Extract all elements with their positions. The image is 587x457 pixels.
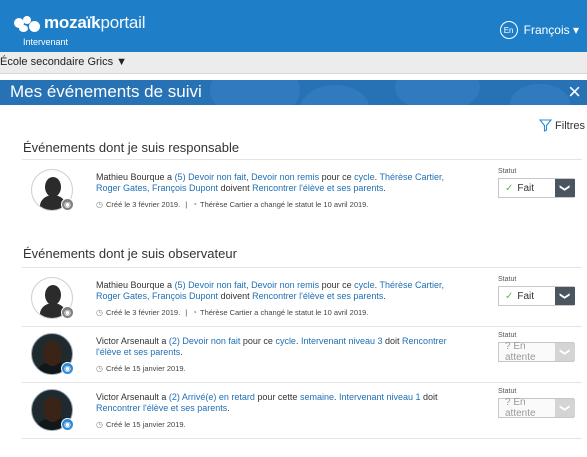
link-event-type[interactable]: (5) Devoir non fait, Devoir non remis xyxy=(175,172,320,182)
page-title-bar: Mes événements de suivi × xyxy=(0,80,587,105)
divider xyxy=(22,159,582,160)
event-meta: ◷ Créé le 15 janvier 2019. xyxy=(96,364,186,373)
decor-blob xyxy=(300,85,370,105)
event-item: ◉ Victor Arsenault a (2) Arrivé(e) en re… xyxy=(11,385,587,437)
history-icon: ◔ xyxy=(192,200,197,209)
event-message: Mathieu Bourque a (5) Devoir non fait, D… xyxy=(96,172,445,193)
user-name[interactable]: François ▾ xyxy=(524,23,579,37)
decor-blob xyxy=(210,80,300,105)
page-title: Mes événements de suivi xyxy=(10,82,202,101)
eye-icon: ◉ xyxy=(61,198,74,211)
status-label: Statut xyxy=(498,388,517,395)
link-action[interactable]: Rencontrer l'élève et ses parents xyxy=(252,291,383,301)
divider xyxy=(22,267,582,268)
school-selector[interactable]: École secondaire Grics ▼ xyxy=(0,56,127,68)
status-label: Statut xyxy=(498,332,517,339)
chevron-down-icon[interactable]: ❯ xyxy=(555,178,575,197)
logo-subtitle: Intervenant xyxy=(23,37,69,47)
divider xyxy=(22,382,582,383)
history-icon: ◔ xyxy=(192,308,197,317)
clock-icon: ◷ xyxy=(96,200,103,209)
chevron-down-icon[interactable]: ❯ xyxy=(555,342,575,361)
check-icon: ✓ xyxy=(505,182,514,194)
event-message: Victor Arsenault a (2) Devoir non fait p… xyxy=(96,336,447,357)
section-title-responsible: Événements dont je suis responsable xyxy=(23,140,240,155)
event-message: Mathieu Bourque a (5) Devoir non fait, D… xyxy=(96,280,445,301)
event-item: ◉ Mathieu Bourque a (5) Devoir non fait,… xyxy=(11,273,587,325)
event-meta: ◷ Créé le 15 janvier 2019. xyxy=(96,420,186,429)
school-bar: École secondaire Grics ▼ xyxy=(0,52,587,74)
filters-button[interactable]: Filtres xyxy=(539,119,585,132)
divider xyxy=(22,326,582,327)
link-period[interactable]: semaine xyxy=(300,392,334,402)
logo-text: mozaïkportail xyxy=(44,13,146,32)
logo-mark-icon xyxy=(14,16,40,32)
link-action[interactable]: Rencontrer l'élève et ses parents xyxy=(96,403,227,413)
link-assignees[interactable]: Intervenant niveau 3 xyxy=(301,336,383,346)
decor-blob xyxy=(395,80,480,105)
status-select[interactable]: ? En attente ❯ xyxy=(498,341,575,363)
event-meta: ◷ Créé le 3 février 2019. | ◔ Thérèse Ca… xyxy=(96,308,369,317)
close-icon[interactable]: × xyxy=(568,80,581,104)
filters-label: Filtres xyxy=(555,119,585,132)
link-event-type[interactable]: (2) Arrivé(e) en retard xyxy=(169,392,255,402)
events-panel: Filtres Événements dont je suis responsa… xyxy=(11,105,587,457)
status-select[interactable]: ✓ Fait ❯ xyxy=(498,178,575,198)
link-period[interactable]: cycle xyxy=(354,280,375,290)
filter-icon xyxy=(539,119,553,132)
clock-icon: ◷ xyxy=(96,364,103,373)
link-event-type[interactable]: (2) Devoir non fait xyxy=(169,336,241,346)
status-label: Statut xyxy=(498,168,517,175)
status-select[interactable]: ✓ Fait ❯ xyxy=(498,286,575,306)
link-event-type[interactable]: (5) Devoir non fait, Devoir non remis xyxy=(175,280,320,290)
link-action[interactable]: Rencontrer l'élève et ses parents xyxy=(252,183,383,193)
section-title-observer: Événements dont je suis observateur xyxy=(23,246,237,261)
clock-icon: ◷ xyxy=(96,308,103,317)
chevron-down-icon[interactable]: ❯ xyxy=(555,286,575,305)
divider xyxy=(22,438,582,439)
status-select[interactable]: ? En attente ❯ xyxy=(498,397,575,419)
event-item: ◉ Mathieu Bourque a (5) Devoir non fait,… xyxy=(11,165,587,217)
link-period[interactable]: cycle xyxy=(354,172,375,182)
event-message: Victor Arsenault a (2) Arrivé(e) en reta… xyxy=(96,392,438,413)
status-label: Statut xyxy=(498,276,517,283)
clock-icon: ◷ xyxy=(96,420,103,429)
event-meta: ◷ Créé le 3 février 2019. | ◔ Thérèse Ca… xyxy=(96,200,369,209)
check-icon: ✓ xyxy=(505,290,514,302)
eye-icon: ◉ xyxy=(61,362,74,375)
eye-icon: ◉ xyxy=(61,418,74,431)
link-assignees[interactable]: Intervenant niveau 1 xyxy=(339,392,421,402)
chevron-down-icon[interactable]: ❯ xyxy=(555,398,575,417)
user-menu[interactable]: En François ▾ xyxy=(499,21,579,39)
link-period[interactable]: cycle xyxy=(275,336,296,346)
language-badge[interactable]: En xyxy=(499,21,518,39)
event-item: ◉ Victor Arsenault a (2) Devoir non fait… xyxy=(11,329,587,381)
decor-blob xyxy=(510,84,570,105)
eye-icon: ◉ xyxy=(61,306,74,319)
top-header: mozaïkportail Intervenant En François ▾ xyxy=(0,0,587,52)
